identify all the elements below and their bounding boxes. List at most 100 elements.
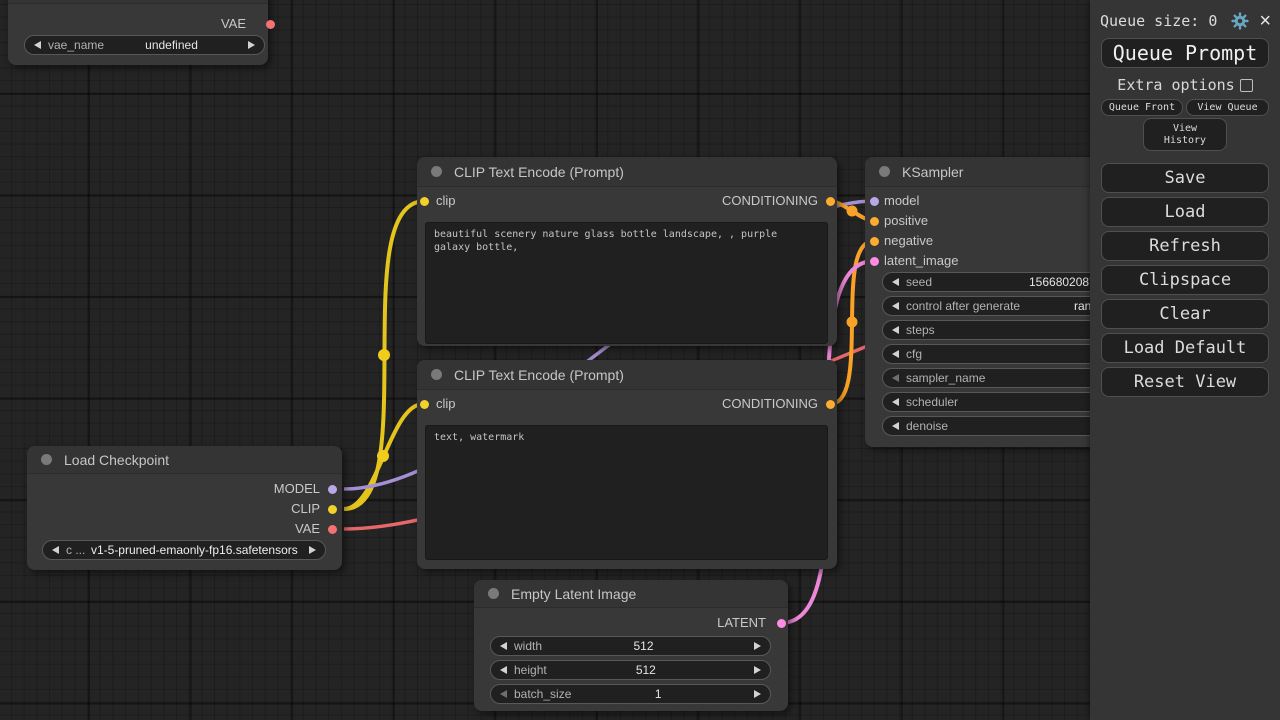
widget-label: width <box>514 639 543 653</box>
collapse-dot-icon[interactable] <box>431 166 442 177</box>
queue-prompt-button[interactable]: Queue Prompt <box>1101 38 1269 68</box>
increment-arrow-icon[interactable] <box>753 666 761 674</box>
node-clip-text-encode-negative[interactable]: CLIP Text Encode (Prompt) clip CONDITION… <box>417 360 837 569</box>
widget-label: height <box>514 663 547 677</box>
node-title-bar[interactable]: Load Checkpoint <box>27 446 342 474</box>
node-title-bar[interactable] <box>8 0 268 4</box>
widget-vae-name[interactable]: vae_name undefined <box>24 35 265 55</box>
view-queue-button[interactable]: View Queue <box>1186 99 1269 116</box>
widget-label: scheduler <box>906 395 959 409</box>
decrement-arrow-icon[interactable] <box>500 690 507 698</box>
increment-arrow-icon[interactable] <box>754 690 761 698</box>
save-button[interactable]: Save <box>1101 163 1269 193</box>
clear-button[interactable]: Clear <box>1101 299 1269 329</box>
input-dot-model[interactable] <box>869 196 879 206</box>
collapse-dot-icon[interactable] <box>488 588 499 599</box>
prev-arrow-icon[interactable] <box>34 41 41 49</box>
widget-label: vae_name <box>48 38 105 52</box>
output-dot-latent[interactable] <box>776 618 786 628</box>
input-label-positive: positive <box>884 213 929 228</box>
node-title: CLIP Text Encode (Prompt) <box>454 367 624 383</box>
node-title: CLIP Text Encode (Prompt) <box>454 164 624 180</box>
extra-options-label: Extra options <box>1117 76 1235 94</box>
widget-value: 512 <box>633 639 654 653</box>
input-label-clip: clip <box>436 396 456 411</box>
collapse-dot-icon[interactable] <box>41 454 52 465</box>
prompt-textarea[interactable]: beautiful scenery nature glass bottle la… <box>425 222 828 344</box>
prompt-textarea[interactable]: text, watermark <box>425 425 828 560</box>
queue-size-label: Queue size: 0 <box>1100 12 1218 30</box>
refresh-button[interactable]: Refresh <box>1101 231 1269 261</box>
widget-label: batch_size <box>514 687 572 701</box>
prev-arrow-icon[interactable] <box>892 326 899 334</box>
queue-front-button[interactable]: Queue Front <box>1101 99 1183 116</box>
widget-value: 512 <box>635 663 656 677</box>
widget-width[interactable]: width 512 <box>490 636 771 656</box>
widget-label: c ... <box>66 543 86 557</box>
load-default-button[interactable]: Load Default <box>1101 333 1269 363</box>
clipspace-button[interactable]: Clipspace <box>1101 265 1269 295</box>
input-label-model: model <box>884 193 920 208</box>
prev-arrow-icon[interactable] <box>892 398 899 406</box>
prev-arrow-icon[interactable] <box>892 350 899 358</box>
output-dot-vae[interactable] <box>327 524 337 534</box>
output-dot-conditioning[interactable] <box>825 196 835 206</box>
node-title-bar[interactable]: CLIP Text Encode (Prompt) <box>417 157 837 187</box>
node-title: Load Checkpoint <box>64 452 170 468</box>
widget-batch-size[interactable]: batch_size 1 <box>490 684 771 704</box>
node-title: KSampler <box>902 164 964 180</box>
prev-arrow-icon[interactable] <box>892 374 899 382</box>
widget-value: undefined <box>145 38 198 52</box>
input-dot-clip[interactable] <box>420 399 429 409</box>
next-arrow-icon[interactable] <box>309 546 316 554</box>
input-dot-clip[interactable] <box>420 196 429 206</box>
output-label-conditioning: CONDITIONING <box>721 396 818 411</box>
settings-gear-icon[interactable] <box>1231 12 1249 30</box>
node-clip-text-encode-positive[interactable]: CLIP Text Encode (Prompt) clip CONDITION… <box>417 157 837 346</box>
input-dot-latent-image[interactable] <box>869 256 879 266</box>
link-midpoint-dot <box>846 316 858 328</box>
view-history-button[interactable]: View History <box>1143 118 1227 151</box>
decrement-arrow-icon[interactable] <box>500 642 507 650</box>
output-dot-vae[interactable] <box>266 19 275 29</box>
next-arrow-icon[interactable] <box>247 41 255 49</box>
input-dot-positive[interactable] <box>869 216 879 226</box>
widget-height[interactable]: height 512 <box>490 660 771 680</box>
comfyui-menu-panel: Queue size: 0 × Queue Prompt Extra optio… <box>1090 0 1280 720</box>
link-midpoint-dot <box>378 349 390 361</box>
node-title: Empty Latent Image <box>511 586 637 602</box>
prev-arrow-icon[interactable] <box>892 422 899 430</box>
node-empty-latent-image[interactable]: Empty Latent Image LATENT width 512 heig… <box>474 580 788 711</box>
output-label-latent: LATENT <box>717 615 766 630</box>
prev-arrow-icon[interactable] <box>892 302 899 310</box>
decrement-arrow-icon[interactable] <box>500 666 507 674</box>
input-dot-negative[interactable] <box>869 236 879 246</box>
output-label-vae: VAE <box>294 521 320 536</box>
widget-value: 1 <box>654 687 662 701</box>
node-load-checkpoint[interactable]: Load Checkpoint MODEL CLIP VAE c ... v1-… <box>27 446 342 570</box>
widget-value: v1-5-pruned-emaonly-fp16.safetensors <box>90 543 298 557</box>
node-vae-loader[interactable]: VAE vae_name undefined <box>8 0 275 65</box>
collapse-dot-icon[interactable] <box>431 369 442 380</box>
prev-arrow-icon[interactable] <box>52 546 59 554</box>
increment-arrow-icon[interactable] <box>753 642 761 650</box>
close-icon[interactable]: × <box>1259 11 1271 31</box>
widget-label: control after generate <box>906 299 1021 313</box>
output-label-clip: CLIP <box>291 501 320 516</box>
node-graph-canvas[interactable]: VAE vae_name undefined CLIP Text Encode … <box>0 0 1280 720</box>
reset-view-button[interactable]: Reset View <box>1101 367 1269 397</box>
link-midpoint-dot <box>377 450 389 462</box>
input-label-latent-image: latent_image <box>884 253 959 268</box>
widget-ckpt-name[interactable]: c ... v1-5-pruned-emaonly-fp16.safetenso… <box>42 540 326 560</box>
collapse-dot-icon[interactable] <box>879 166 890 177</box>
prev-arrow-icon[interactable] <box>892 278 899 286</box>
node-title-bar[interactable]: Empty Latent Image <box>474 580 788 608</box>
output-dot-conditioning[interactable] <box>825 399 835 409</box>
node-title-bar[interactable]: CLIP Text Encode (Prompt) <box>417 360 837 390</box>
load-button[interactable]: Load <box>1101 197 1269 227</box>
extra-options-checkbox[interactable] <box>1239 78 1253 92</box>
input-label-negative: negative <box>884 233 934 248</box>
widget-value: 1566802087 <box>1029 275 1096 289</box>
output-dot-clip[interactable] <box>327 504 337 514</box>
output-dot-model[interactable] <box>327 484 337 494</box>
